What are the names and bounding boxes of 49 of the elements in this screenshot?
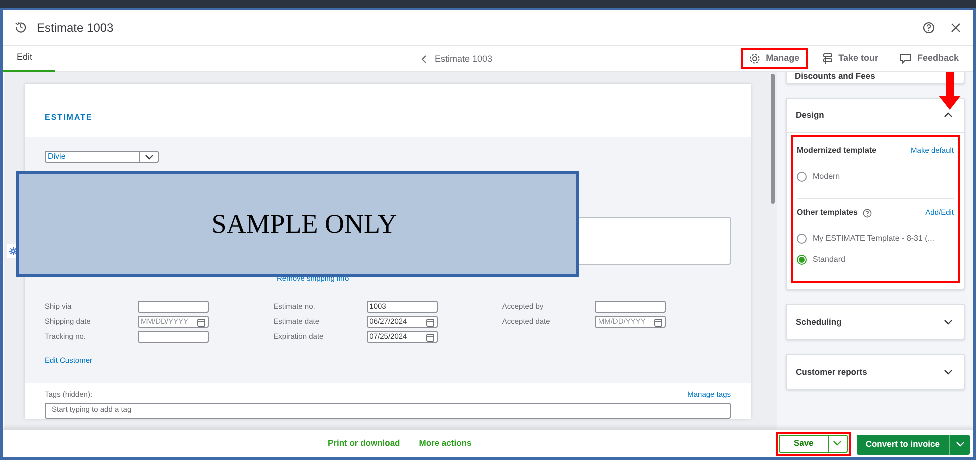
group-title: Other templates [797,207,858,219]
window-title: Estimate 1003 [37,20,114,36]
help-icon[interactable] [923,22,935,34]
option-label: Modern [813,171,840,183]
template-option[interactable]: Modern [797,171,954,183]
text-field[interactable] [138,301,209,313]
customer-dropdown[interactable]: Divie [45,151,159,163]
section-title: Discounts and Fees [795,72,876,81]
convert-menu-button[interactable] [949,434,970,454]
scrollbar-thumb[interactable] [771,74,775,204]
text-field[interactable] [595,301,666,313]
tour-button[interactable]: Take tour [814,48,886,70]
template-option[interactable]: My ESTIMATE Template - 8-31 (... [797,233,954,245]
save-menu-button[interactable] [828,434,848,452]
footer-link[interactable]: More actions [419,437,472,450]
section-title: Scheduling [796,316,842,328]
radio-button[interactable] [797,234,807,244]
section-title: Design [796,109,824,122]
settings-icon[interactable] [8,246,18,256]
footer-link[interactable]: Print or download [328,437,400,450]
help-icon[interactable] [862,208,872,218]
calendar-icon [654,318,664,326]
option-label: My ESTIMATE Template - 8-31 (... [813,233,935,245]
template-option[interactable]: Standard [797,254,954,266]
radio-button[interactable] [797,172,807,182]
chat-bubble-icon [900,52,912,64]
gear-icon [749,52,762,64]
group-title: Modernized template [797,145,877,157]
calendar-icon [197,318,206,326]
text-field[interactable] [138,331,209,343]
section-title: Customer reports [796,366,868,378]
history-icon[interactable] [15,21,27,34]
close-icon[interactable] [951,22,961,32]
signpost-icon [822,52,834,64]
radio-button[interactable] [797,255,807,265]
document-heading: ESTIMATE [45,113,93,122]
sample-overlay: SAMPLE ONLY [16,171,579,277]
section-header[interactable]: Scheduling [787,305,964,339]
calendar-icon [426,332,435,342]
back-icon[interactable] [421,55,427,64]
section-header[interactable]: Customer reports [787,355,964,389]
breadcrumb-title: Estimate 1003 [435,53,493,66]
save-button[interactable]: Save [778,434,829,452]
feedback-button[interactable]: Feedback [892,48,967,70]
manage-button[interactable]: Manage [741,48,808,70]
calendar-icon [426,318,435,326]
option-label: Standard [813,254,846,266]
section-card[interactable]: Discounts and Fees [786,72,965,84]
convert-button[interactable]: Convert to invoice [856,434,949,454]
